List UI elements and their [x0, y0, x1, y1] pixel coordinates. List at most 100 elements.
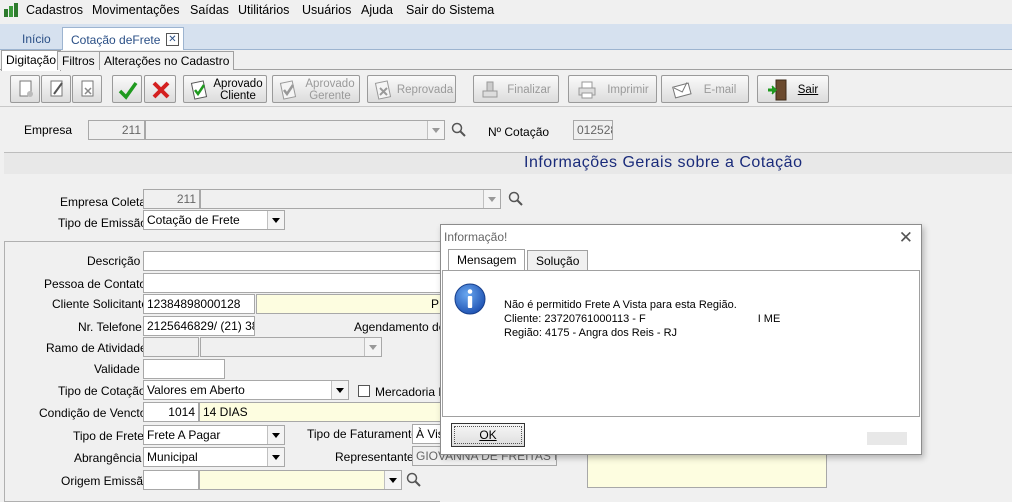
tab-close-icon[interactable]: ✕ [166, 33, 179, 46]
menu-ajuda[interactable]: Ajuda [361, 3, 393, 17]
cliente-solicitante-label: Cliente Solicitante [52, 297, 149, 311]
aprovado-cliente-label-1: Aprovado [213, 78, 263, 90]
empresa-dropdown-icon[interactable] [427, 121, 444, 139]
email-label: E-mail [703, 84, 737, 96]
confirm-button[interactable] [112, 75, 142, 103]
subtab-filtros[interactable]: Filtros [57, 51, 100, 70]
dialog-close-icon[interactable]: ✕ [899, 228, 913, 248]
abrangencia-value: Municipal [147, 450, 198, 464]
subtab-digitacao[interactable]: Digitação [1, 50, 62, 71]
reprovada-button[interactable]: Reprovada [367, 75, 456, 103]
empresa-search-icon[interactable] [451, 122, 467, 138]
abrangencia-dropdown-icon[interactable] [267, 448, 284, 466]
edit-button[interactable] [41, 75, 71, 103]
cliente-solicitante-name-field[interactable]: P [256, 294, 443, 314]
cotacao-label: Nº Cotação [488, 125, 550, 139]
tipo-cotacao-dropdown-icon[interactable] [331, 381, 348, 399]
nr-telefone-label: Nr. Telefone [78, 320, 142, 334]
cotacao-number-field[interactable]: 012528 [573, 120, 613, 140]
menu-usuarios[interactable]: Usuários [302, 3, 351, 17]
cancel-button[interactable] [144, 75, 176, 103]
tipo-faturamento-combo[interactable]: À Vis [412, 424, 443, 444]
ramo-atividade-dropdown-icon[interactable] [364, 338, 381, 356]
email-envelope-icon [672, 82, 692, 99]
tipo-cotacao-label: Tipo de Cotação [58, 384, 146, 398]
origem-emissao-combo[interactable] [199, 470, 402, 490]
origem-emissao-label: Origem Emissão [61, 474, 150, 488]
reprovada-label: Reprovada [396, 84, 454, 96]
dialog-message-panel: Não é permitido Frete A Vista para esta … [442, 270, 920, 417]
exit-door-icon [768, 79, 787, 101]
message-line-2-prefix: Cliente: 23720761000113 - F [504, 313, 646, 325]
tipo-frete-dropdown-icon[interactable] [267, 426, 284, 444]
ramo-atividade-combo[interactable] [200, 337, 382, 357]
tipo-frete-combo[interactable]: Frete A Pagar [143, 425, 285, 445]
tipo-cotacao-combo[interactable]: Valores em Aberto [143, 380, 349, 400]
dialog-tab-solucao[interactable]: Solução [527, 250, 589, 270]
new-document-icon [19, 80, 33, 97]
tab-inicio[interactable]: Início [14, 27, 59, 50]
menu-bar: Cadastros Movimentações Saídas Utilitári… [0, 0, 1012, 21]
imprimir-button[interactable]: Imprimir [568, 75, 657, 103]
dialog-status-block [867, 432, 907, 445]
descricao-label: Descrição [87, 254, 141, 268]
empresa-code-field[interactable]: 211 [88, 120, 145, 140]
delete-document-icon [81, 80, 94, 97]
ok-button[interactable]: OK [451, 423, 525, 447]
delete-button[interactable] [72, 75, 102, 103]
pessoa-contato-field[interactable] [143, 273, 443, 293]
menu-sair-do-sistema[interactable]: Sair do Sistema [406, 3, 494, 17]
validade-label: Validade [94, 362, 140, 376]
empresa-coleta-dropdown-icon[interactable] [483, 190, 500, 208]
empresa-name-combo[interactable] [145, 120, 445, 140]
app-icon[interactable] [4, 3, 19, 17]
descricao-field[interactable] [143, 251, 443, 271]
document-tab-strip: Início Cotação deFrete ✕ [0, 24, 1012, 50]
aprovado-gerente-label-2: Gerente [309, 90, 351, 102]
message-line-2: Cliente: 23720761000113 - F I ME [504, 312, 780, 326]
message-line-3: Região: 4175 - Angra dos Reis - RJ [504, 327, 678, 339]
origem-emissao-code-field[interactable] [143, 470, 199, 490]
menu-saidas[interactable]: Saídas [190, 3, 229, 17]
aprovado-cliente-button[interactable]: Aprovado Cliente [183, 75, 267, 103]
abrangencia-combo[interactable]: Municipal [143, 447, 285, 467]
aprovado-cliente-label-2: Cliente [220, 90, 256, 102]
origem-emissao-search-icon[interactable] [406, 472, 422, 488]
tipo-frete-label: Tipo de Frete [73, 429, 144, 443]
ramo-atividade-code-field[interactable] [143, 337, 199, 357]
sair-button[interactable]: Sair [757, 75, 829, 103]
tipo-emissao-dropdown-icon[interactable] [267, 211, 284, 229]
subtab-alteracoes-cadastro[interactable]: Alterações no Cadastro [99, 51, 235, 70]
validade-field[interactable] [143, 359, 225, 379]
tipo-emissao-combo[interactable]: Cotação de Frete [143, 210, 285, 230]
tipo-cotacao-value: Valores em Aberto [147, 383, 245, 397]
empresa-coleta-search-icon[interactable] [508, 191, 524, 207]
menu-utilitarios[interactable]: Utilitários [238, 3, 289, 17]
empresa-coleta-combo[interactable] [200, 189, 501, 209]
dialog-tab-mensagem[interactable]: Mensagem [448, 249, 526, 271]
tab-cotacao-frete[interactable]: Cotação deFrete ✕ [62, 27, 184, 50]
agendamento-label: Agendamento de [354, 320, 446, 334]
representante-label: Representante [335, 450, 414, 464]
empresa-coleta-code-field[interactable]: 211 [143, 189, 200, 209]
condicao-vencto-name-field[interactable]: 14 DIAS [199, 402, 443, 422]
imprimir-label: Imprimir [607, 84, 649, 96]
new-button[interactable] [10, 75, 40, 103]
origem-emissao-dropdown-icon[interactable] [384, 471, 401, 489]
finalizar-button[interactable]: Finalizar [473, 75, 559, 103]
section-header-bar: Informações Gerais sobre a Cotação [4, 152, 1012, 174]
tipo-faturamento-value: À Vis [416, 427, 443, 441]
menu-cadastros[interactable]: Cadastros [26, 3, 83, 17]
tab-cotacao-frete-label: Cotação deFrete [71, 33, 161, 47]
aprovado-gerente-label-1: Aprovado [305, 78, 355, 90]
mercadoria-checkbox[interactable] [358, 385, 370, 397]
reject-document-icon [374, 80, 392, 100]
cliente-solicitante-field[interactable]: 12384898000128 [143, 294, 255, 314]
tab-inicio-label: Início [22, 32, 51, 46]
red-x-icon [152, 81, 170, 99]
nr-telefone-field[interactable]: 2125646829/ (21) 386 [143, 316, 255, 336]
menu-movimentacoes[interactable]: Movimentações [92, 3, 180, 17]
aprovado-gerente-button[interactable]: Aprovado Gerente [272, 75, 360, 103]
condicao-vencto-code-field[interactable]: 1014 [143, 402, 199, 422]
email-button[interactable]: E-mail [661, 75, 749, 103]
